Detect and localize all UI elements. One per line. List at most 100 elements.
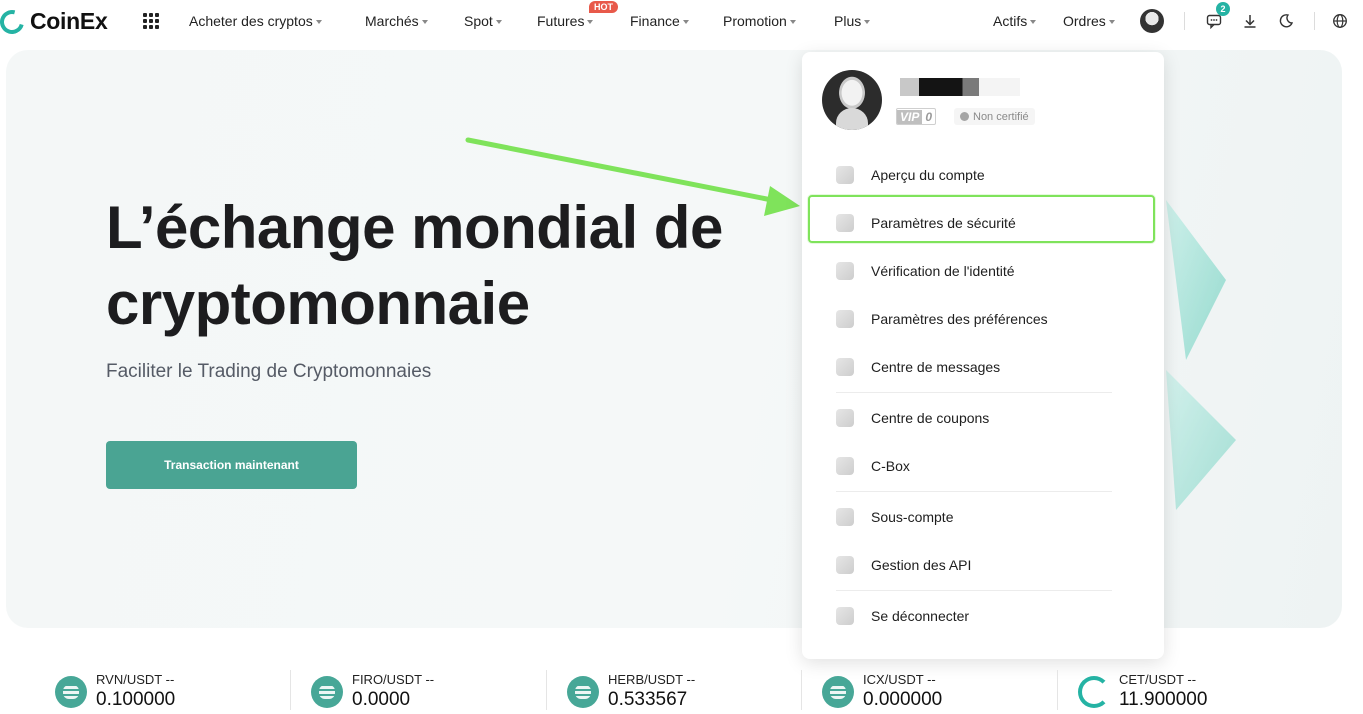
rvn-coin-icon xyxy=(55,675,87,708)
nav-label: Promotion xyxy=(723,13,787,29)
chevron-down-icon xyxy=(864,20,871,24)
menu-item-preferences[interactable]: Paramètres des préférences xyxy=(836,302,1136,336)
brand-name: CoinEx xyxy=(30,8,108,34)
ticker-price: 0.100000 xyxy=(96,689,176,710)
ticker-pair: ICX/USDT -- xyxy=(863,672,936,687)
coinex-logo[interactable]: CoinEx xyxy=(0,5,108,38)
vip-badge: VIP 0 xyxy=(896,108,937,125)
coupon-icon xyxy=(836,409,854,427)
divider xyxy=(836,392,1112,393)
redacted-username xyxy=(900,78,1020,96)
hero-title-line: L’échange mondial de xyxy=(106,194,723,261)
top-navbar: CoinEx Acheter des cryptos Marchés Spot … xyxy=(0,0,1363,44)
moon-icon[interactable] xyxy=(1275,10,1297,32)
chevron-down-icon xyxy=(495,20,502,24)
chevron-down-icon xyxy=(682,20,689,24)
menu-item-c-box[interactable]: C-Box xyxy=(836,449,1136,483)
menu-item-message-center[interactable]: Centre de messages xyxy=(836,350,1136,384)
divider xyxy=(290,670,291,710)
ticker-item[interactable]: RVN/USDT -- 0.100000 xyxy=(55,672,175,711)
account-dropdown: VIP 0 Non certifié Aperçu du compte Para… xyxy=(802,52,1164,659)
menu-item-logout[interactable]: Se déconnecter xyxy=(836,599,1136,633)
menu-item-sub-account[interactable]: Sous-compte xyxy=(836,500,1136,534)
certificate-icon xyxy=(960,112,969,121)
user-avatar[interactable] xyxy=(1140,9,1164,33)
hero-title: L’échange mondial de cryptomonnaie xyxy=(106,190,806,342)
logout-icon xyxy=(836,607,854,625)
chevron-down-icon xyxy=(587,20,594,24)
market-ticker: RVN/USDT -- 0.100000 FIRO/USDT -- 0.0000… xyxy=(0,666,1363,714)
ticker-pair: CET/USDT -- xyxy=(1119,672,1197,687)
nav-label: Spot xyxy=(464,13,493,29)
nav-buy-crypto[interactable]: Acheter des cryptos xyxy=(189,13,322,29)
menu-item-identity-verification[interactable]: Vérification de l'identité xyxy=(836,254,1136,288)
menu-item-security-settings[interactable]: Paramètres de sécurité xyxy=(836,206,1136,240)
menu-item-api-management[interactable]: Gestion des API xyxy=(836,548,1136,582)
menu-item-label: Paramètres de sécurité xyxy=(871,215,1016,231)
menu-item-label: C-Box xyxy=(871,458,910,474)
menu-item-account-overview[interactable]: Aperçu du compte xyxy=(836,158,1136,192)
ticker-item[interactable]: HERB/USDT -- 0.533567 xyxy=(567,672,695,711)
cet-coin-icon xyxy=(1078,675,1110,708)
ticker-item[interactable]: ICX/USDT -- 0.000000 xyxy=(822,672,942,711)
nav-label: Finance xyxy=(630,13,680,29)
nav-label: Plus xyxy=(834,13,862,29)
user-avatar-large xyxy=(822,70,882,130)
ticker-pair: FIRO/USDT -- xyxy=(352,672,435,687)
firo-coin-icon xyxy=(311,675,343,708)
nav-promotion[interactable]: Promotion xyxy=(723,13,796,29)
nav-more[interactable]: Plus xyxy=(834,13,871,29)
icx-coin-icon xyxy=(822,675,854,708)
menu-item-label: Centre de coupons xyxy=(871,410,990,426)
hot-badge: HOT xyxy=(589,1,618,13)
message-icon xyxy=(836,358,854,376)
divider xyxy=(836,491,1112,492)
notification-count-badge: 2 xyxy=(1216,2,1230,16)
divider xyxy=(1184,12,1185,30)
vip-level: 0 xyxy=(925,109,933,124)
nav-orders[interactable]: Ordres xyxy=(1063,13,1115,29)
ticker-pair: RVN/USDT -- xyxy=(96,672,175,687)
ticker-price: 0.000000 xyxy=(863,689,943,710)
coinex-logo-icon xyxy=(0,5,29,38)
vip-label: VIP xyxy=(897,109,923,124)
menu-item-label: Centre de messages xyxy=(871,359,1001,375)
nav-label: Ordres xyxy=(1063,13,1106,29)
shield-icon xyxy=(836,214,854,232)
trade-now-button[interactable]: Transaction maintenant xyxy=(106,441,357,489)
nav-label: Acheter des cryptos xyxy=(189,13,313,29)
nav-spot[interactable]: Spot xyxy=(464,13,502,29)
chevron-down-icon xyxy=(1108,20,1115,24)
apps-grid-icon[interactable] xyxy=(143,13,159,29)
hero-subtitle: Faciliter le Trading de Cryptomonnaies xyxy=(106,361,432,382)
menu-item-label: Gestion des API xyxy=(871,557,972,573)
globe-icon[interactable] xyxy=(1329,10,1351,32)
menu-item-label: Paramètres des préférences xyxy=(871,311,1048,327)
chevron-down-icon xyxy=(315,20,322,24)
menu-item-label: Aperçu du compte xyxy=(871,167,985,183)
certification-badge[interactable]: Non certifié xyxy=(954,108,1035,125)
divider xyxy=(836,590,1112,591)
nav-futures[interactable]: Futures xyxy=(537,13,594,29)
box-icon xyxy=(836,457,854,475)
nav-finance[interactable]: Finance xyxy=(630,13,689,29)
download-icon[interactable] xyxy=(1239,10,1261,32)
ticker-item[interactable]: CET/USDT -- 11.900000 xyxy=(1078,672,1207,711)
divider xyxy=(546,670,547,710)
hero-title-line: cryptomonnaie xyxy=(106,270,530,337)
divider xyxy=(1314,12,1315,30)
menu-item-coupon-center[interactable]: Centre de coupons xyxy=(836,401,1136,435)
nav-assets[interactable]: Actifs xyxy=(993,13,1037,29)
ticker-price: 0.533567 xyxy=(608,689,688,710)
preferences-icon xyxy=(836,310,854,328)
divider xyxy=(801,670,802,710)
ticker-item[interactable]: FIRO/USDT -- 0.0000 xyxy=(311,672,434,711)
chevron-down-icon xyxy=(1030,20,1037,24)
nav-label: Actifs xyxy=(993,13,1028,29)
nav-markets[interactable]: Marchés xyxy=(365,13,428,29)
ticker-price: 11.900000 xyxy=(1119,689,1208,710)
nav-label: Futures xyxy=(537,13,585,29)
certification-label: Non certifié xyxy=(973,110,1029,123)
chevron-down-icon xyxy=(421,20,428,24)
ticker-price: 0.0000 xyxy=(352,689,411,710)
